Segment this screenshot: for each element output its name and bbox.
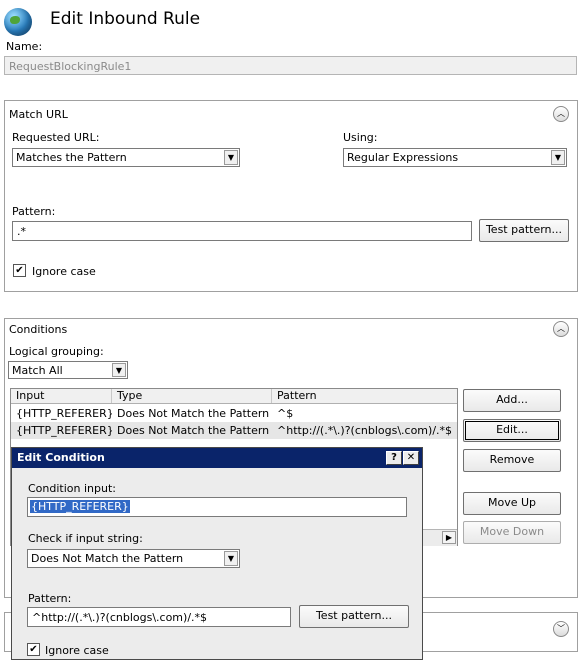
logical-grouping-value: Match All xyxy=(12,364,63,377)
check-if-value: Does Not Match the Pattern xyxy=(31,552,184,565)
check-if-select[interactable]: Does Not Match the Pattern ▼ xyxy=(27,549,240,568)
match-url-header: Match URL xyxy=(9,108,68,121)
cell-pattern: ^$ xyxy=(277,407,294,420)
condition-input-field[interactable]: {HTTP_REFERER} xyxy=(27,497,407,517)
dropdown-arrow-icon[interactable]: ▼ xyxy=(551,150,565,165)
column-header-type[interactable]: Type xyxy=(112,389,272,403)
pattern-label: Pattern: xyxy=(12,205,56,218)
scroll-right-icon[interactable]: ▶ xyxy=(442,531,456,544)
edit-condition-dialog: Edit Condition ? ✕ Condition input: {HTT… xyxy=(11,447,423,660)
check-if-label: Check if input string: xyxy=(28,532,143,545)
chevron-down-icon[interactable]: ﹀ xyxy=(553,621,569,637)
help-button[interactable]: ? xyxy=(386,451,402,465)
test-pattern-button[interactable]: Test pattern... xyxy=(479,219,569,242)
name-label: Name: xyxy=(6,40,43,53)
globe-icon xyxy=(4,8,32,36)
dialog-title-bar[interactable]: Edit Condition xyxy=(12,448,422,468)
cell-type: Does Not Match the Pattern xyxy=(117,424,270,437)
dropdown-arrow-icon[interactable]: ▼ xyxy=(224,551,238,566)
using-value: Regular Expressions xyxy=(347,151,459,164)
move-down-button: Move Down xyxy=(463,521,561,544)
ignore-case-label: Ignore case xyxy=(32,265,96,278)
checkmark-icon: ✔ xyxy=(15,265,24,276)
dialog-test-pattern-button[interactable]: Test pattern... xyxy=(299,605,409,628)
ignore-case-checkbox[interactable]: ✔ xyxy=(13,264,26,277)
logical-grouping-select[interactable]: Match All ▼ xyxy=(8,361,128,379)
chevron-up-icon[interactable]: ︿ xyxy=(553,106,569,122)
checkmark-icon: ✔ xyxy=(29,644,38,655)
cell-input: {HTTP_REFERER} xyxy=(16,424,112,437)
logical-grouping-label: Logical grouping: xyxy=(9,345,104,358)
using-label: Using: xyxy=(343,131,378,144)
table-header: Input Type Pattern xyxy=(11,389,457,404)
table-row[interactable]: {HTTP_REFERER} Does Not Match the Patter… xyxy=(11,405,457,422)
pattern-input[interactable]: .* xyxy=(12,221,472,241)
dialog-pattern-input[interactable]: ^http://(.*\.)?(cnblogs\.com)/.*$ xyxy=(27,607,291,627)
close-icon[interactable]: ✕ xyxy=(403,451,419,465)
column-header-input[interactable]: Input xyxy=(11,389,112,403)
cell-input: {HTTP_REFERER} xyxy=(16,407,112,420)
dropdown-arrow-icon[interactable]: ▼ xyxy=(112,363,126,377)
dropdown-arrow-icon[interactable]: ▼ xyxy=(224,150,238,165)
dialog-ignore-case-label: Ignore case xyxy=(45,644,109,657)
conditions-header: Conditions xyxy=(9,323,68,336)
edit-button[interactable]: Edit... xyxy=(463,419,561,442)
cell-type: Does Not Match the Pattern xyxy=(117,407,270,420)
dialog-ignore-case-checkbox[interactable]: ✔ xyxy=(27,643,40,656)
column-header-pattern[interactable]: Pattern xyxy=(272,389,457,403)
match-url-panel xyxy=(4,100,578,292)
remove-button[interactable]: Remove xyxy=(463,449,561,472)
requested-url-select[interactable]: Matches the Pattern ▼ xyxy=(12,148,240,167)
requested-url-label: Requested URL: xyxy=(12,131,100,144)
cell-pattern: ^http://(.*\.)?(cnblogs\.com)/.*$ xyxy=(277,424,453,437)
condition-input-label: Condition input: xyxy=(28,482,116,495)
page-title: Edit Inbound Rule xyxy=(50,9,201,29)
move-up-button[interactable]: Move Up xyxy=(463,492,561,515)
dialog-title: Edit Condition xyxy=(17,451,105,464)
name-field[interactable]: RequestBlockingRule1 xyxy=(4,56,577,75)
chevron-up-icon[interactable]: ︿ xyxy=(553,321,569,337)
requested-url-value: Matches the Pattern xyxy=(16,151,127,164)
condition-input-value: {HTTP_REFERER} xyxy=(30,500,130,513)
dialog-pattern-label: Pattern: xyxy=(28,592,72,605)
using-select[interactable]: Regular Expressions ▼ xyxy=(343,148,567,167)
table-row-selected[interactable]: {HTTP_REFERER} Does Not Match the Patter… xyxy=(11,422,457,439)
add-button[interactable]: Add... xyxy=(463,389,561,412)
